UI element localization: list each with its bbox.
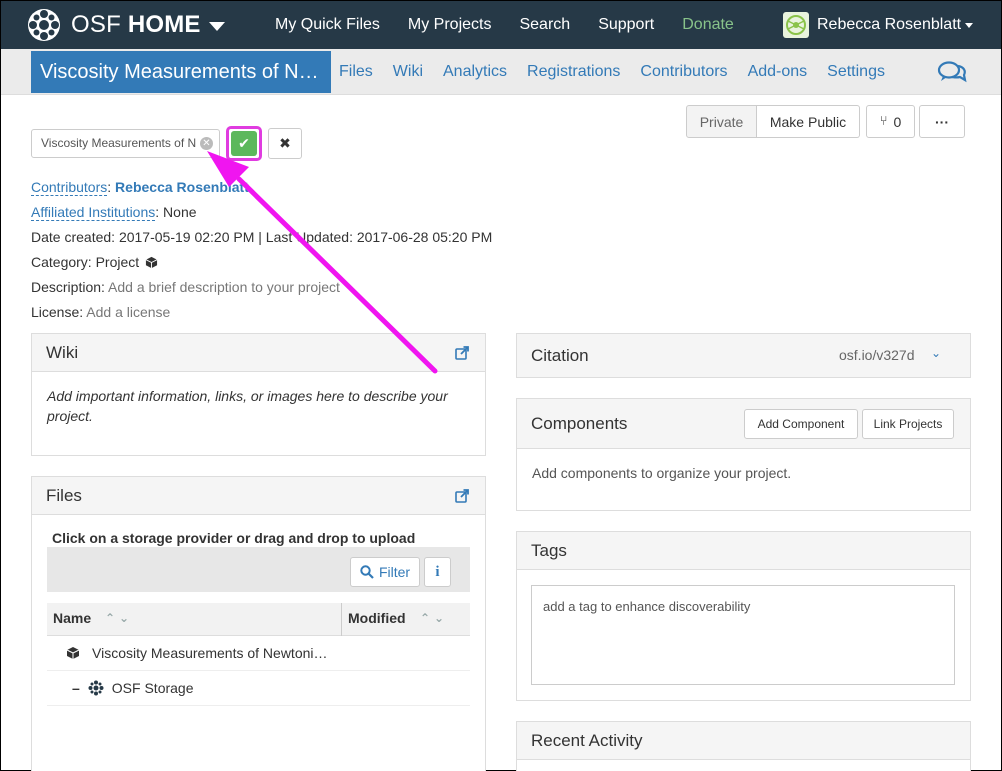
make-public-button[interactable]: Make Public (757, 105, 860, 138)
project-title-input[interactable]: Viscosity Measurements of N (31, 129, 220, 158)
affiliated-line: Affiliated Institutions: None (31, 204, 197, 221)
file-row-osf-storage[interactable]: – OSF Storage (47, 671, 470, 706)
project-nav-contributors[interactable]: Contributors (630, 63, 737, 81)
project-nav-wiki[interactable]: Wiki (383, 63, 433, 81)
file-row-label: OSF Storage (111, 680, 194, 696)
project-nav-registrations[interactable]: Registrations (517, 63, 630, 81)
info-icon: i (435, 563, 440, 580)
private-button[interactable]: Private (686, 105, 757, 138)
citation-panel[interactable]: Citation osf.io/v327d ⌄ (516, 333, 971, 378)
search-icon (360, 565, 374, 579)
license-label: License: (31, 304, 84, 320)
nav-search[interactable]: Search (505, 1, 584, 49)
wiki-panel-body: Add important information, links, or ima… (47, 388, 448, 424)
more-options-button[interactable]: ··· (919, 105, 965, 138)
file-row-label: Viscosity Measurements of Newtoni… (92, 645, 328, 661)
clear-input-icon[interactable]: ✕ (200, 137, 213, 150)
collapse-icon[interactable]: – (72, 680, 80, 696)
file-row-project[interactable]: Viscosity Measurements of Newtoni… (47, 636, 470, 671)
comments-icon[interactable] (937, 60, 967, 84)
user-name: Rebecca Rosenblatt (817, 16, 962, 33)
dates-line: Date created: 2017-05-19 02:20 PM | Last… (31, 229, 493, 245)
project-nav-settings[interactable]: Settings (817, 63, 895, 81)
description-edit-link[interactable]: Add a brief description to your project (108, 279, 340, 295)
caret-down-icon (965, 22, 974, 28)
fork-button-group: ⑂ 0 (866, 105, 915, 138)
project-navbar: Viscosity Measurements of N… Files Wiki … (1, 49, 1001, 95)
files-upload-instruction: Click on a storage provider or drag and … (52, 530, 416, 546)
cancel-title-button[interactable]: ✖ (268, 128, 302, 159)
fork-icon: ⑂ (879, 114, 888, 129)
license-line: License: Add a license (31, 303, 170, 321)
category-label: Category: (31, 254, 92, 270)
category-line: Category: Project (31, 253, 158, 271)
contributor-name-link[interactable]: Rebecca Rosenblatt (115, 179, 249, 195)
link-projects-button[interactable]: Link Projects (862, 409, 954, 439)
recent-activity-panel-title: Recent Activity (531, 730, 643, 750)
external-link-icon[interactable] (455, 489, 469, 503)
contributors-line: Contributors: Rebecca Rosenblatt (31, 179, 249, 196)
external-link-icon[interactable] (455, 346, 469, 360)
osf-storage-icon (88, 680, 104, 696)
affiliated-institutions-link[interactable]: Affiliated Institutions (31, 204, 156, 221)
wiki-panel-title: Wiki (46, 342, 79, 362)
citation-panel-title: Citation (531, 345, 589, 365)
close-icon: ✖ (279, 135, 291, 151)
fork-count: 0 (893, 113, 902, 130)
cube-icon (145, 256, 158, 269)
column-divider (341, 603, 342, 636)
fork-button[interactable]: ⑂ 0 (866, 105, 915, 138)
project-nav-links: Files Wiki Analytics Registrations Contr… (329, 49, 895, 95)
column-modified[interactable]: Modified (348, 603, 406, 636)
nav-my-projects[interactable]: My Projects (394, 1, 506, 49)
topnav-links: My Quick Files My Projects Search Suppor… (261, 1, 748, 49)
tags-panel-title: Tags (531, 540, 567, 560)
nav-my-quick-files[interactable]: My Quick Files (261, 1, 394, 49)
components-panel-title: Components (531, 413, 628, 433)
project-title-link[interactable]: Viscosity Measurements of N… (31, 51, 331, 93)
license-edit-link[interactable]: Add a license (86, 304, 170, 320)
add-component-button[interactable]: Add Component (744, 409, 858, 439)
files-panel-title: Files (46, 485, 82, 505)
sort-arrows-icon[interactable]: ⌃⌄ (105, 611, 133, 625)
project-nav-analytics[interactable]: Analytics (433, 63, 517, 81)
files-table-header: Name ⌃⌄ Modified ⌃⌄ (47, 603, 470, 636)
citation-short-link: osf.io/v327d (839, 347, 915, 363)
column-name[interactable]: Name (53, 603, 91, 636)
category-value: Project (95, 254, 140, 270)
avatar-pattern-icon (786, 15, 806, 35)
description-line: Description: Add a brief description to … (31, 278, 340, 296)
components-panel-body: Add components to organize your project. (532, 465, 792, 481)
avatar (783, 12, 809, 38)
caret-down-icon (208, 21, 225, 31)
top-navbar: OSF HOME My Quick Files My Projects Sear… (1, 1, 1001, 49)
affiliated-value: None (163, 204, 197, 220)
osf-home-brand[interactable]: OSF HOME (27, 1, 225, 49)
filter-label: Filter (378, 564, 411, 580)
privacy-button-group: Private Make Public (686, 105, 860, 138)
wiki-panel: Wiki Add important information, links, o… (31, 333, 486, 456)
user-menu[interactable]: Rebecca Rosenblatt (783, 1, 974, 49)
cube-icon (66, 647, 80, 659)
recent-activity-panel: Recent Activity (516, 721, 971, 771)
nav-support[interactable]: Support (584, 1, 668, 49)
nav-donate[interactable]: Donate (668, 1, 748, 49)
project-nav-files[interactable]: Files (329, 63, 383, 81)
brand-osf: OSF (71, 11, 121, 38)
checkmark-icon: ✔ (231, 131, 257, 156)
chevron-down-icon[interactable]: ⌄ (931, 346, 941, 360)
confirm-title-button[interactable]: ✔ (226, 126, 262, 161)
info-button[interactable]: i (424, 557, 451, 587)
description-label: Description: (31, 279, 105, 295)
more-button-group: ··· (919, 105, 965, 138)
osf-logo-icon (28, 9, 60, 41)
sort-arrows-icon[interactable]: ⌃⌄ (420, 611, 448, 625)
project-nav-addons[interactable]: Add-ons (738, 63, 818, 81)
filter-button[interactable]: Filter (350, 557, 420, 587)
brand-home: HOME (127, 11, 201, 38)
tag-input[interactable]: add a tag to enhance discoverability (531, 585, 955, 685)
contributors-link[interactable]: Contributors (31, 179, 108, 196)
